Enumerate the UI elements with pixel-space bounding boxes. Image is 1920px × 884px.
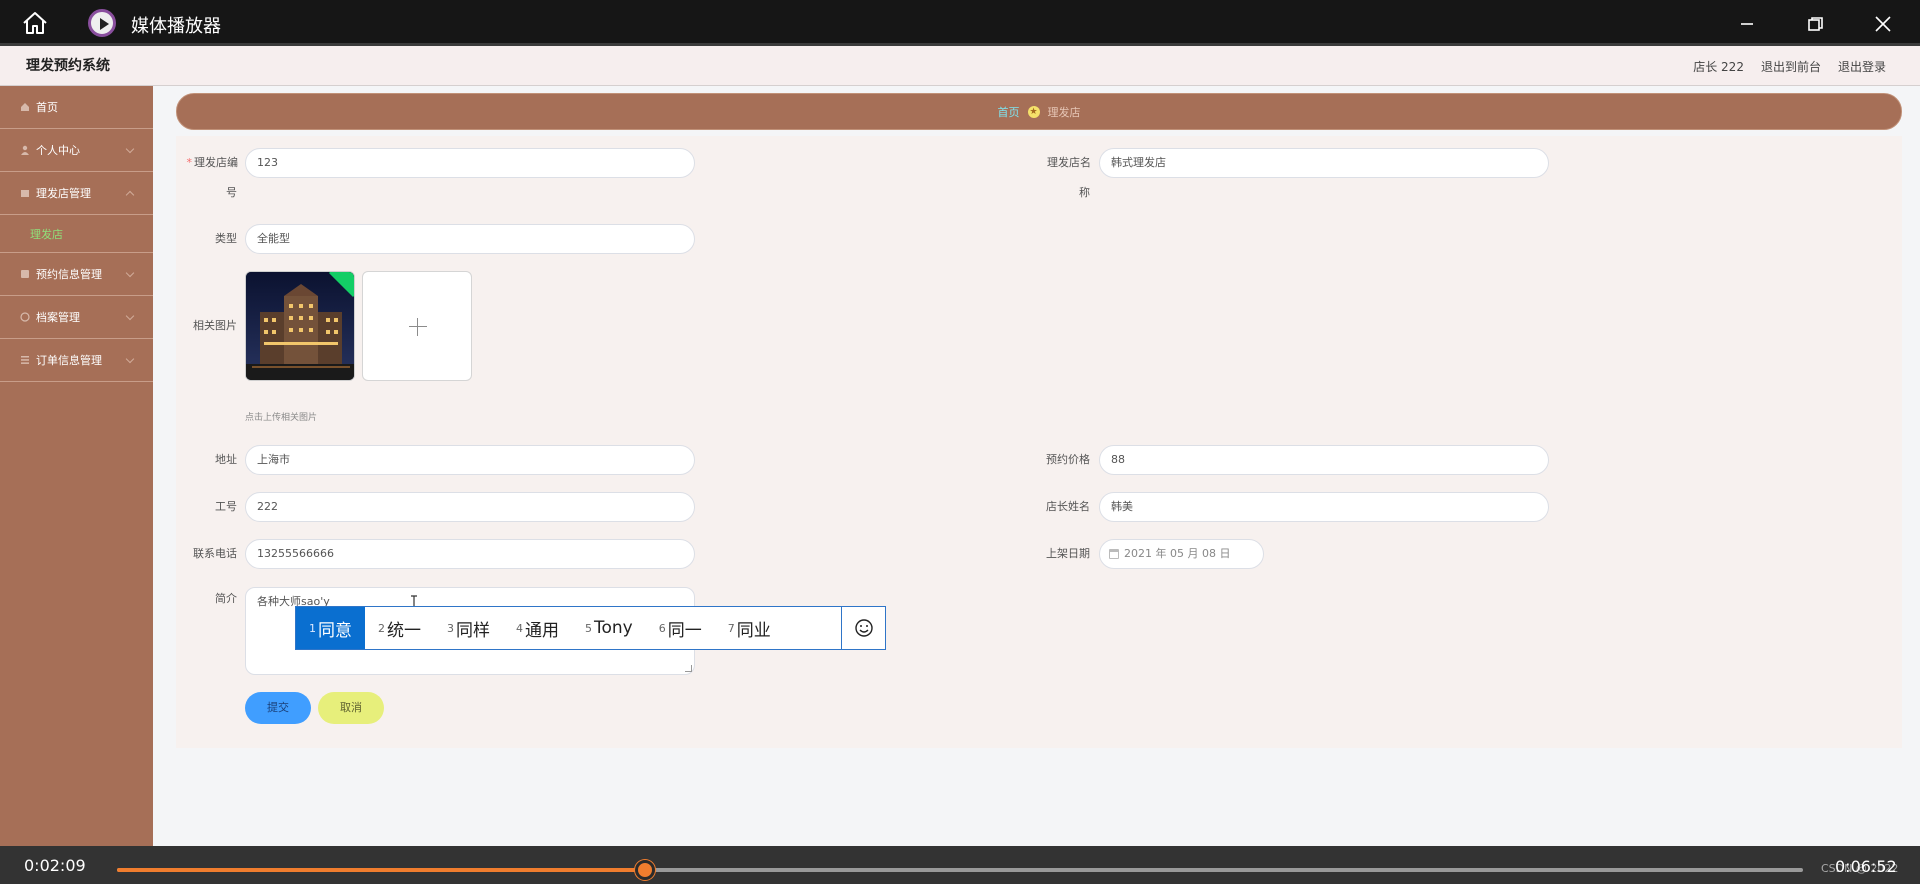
star-icon: ★	[1027, 105, 1040, 118]
shop-no-input[interactable]: 123	[245, 148, 695, 178]
ime-candidate-bar: 1 同意 2 统一 3 同样 4 通用 5 Tony 6 同一 7 同业	[295, 606, 886, 650]
sidebar-item-booking-management[interactable]: 预约信息管理	[0, 253, 153, 296]
home-icon[interactable]	[22, 11, 48, 35]
emoji-button[interactable]	[841, 607, 885, 649]
shop-name-label-wrap: 称	[1079, 186, 1090, 199]
ime-candidate[interactable]: 5 Tony	[572, 607, 646, 649]
phone-label: 联系电话	[193, 547, 237, 560]
sidebar-item-label: 预约信息管理	[36, 268, 102, 281]
list-icon	[21, 356, 29, 364]
upload-hint: 点击上传相关图片	[245, 413, 318, 423]
uploaded-shop-image[interactable]	[245, 271, 355, 381]
date-value: 2021 年 05 月 08 日	[1124, 547, 1231, 560]
submit-button[interactable]: 提交	[245, 692, 311, 724]
home-icon	[21, 103, 29, 111]
manager-label: 店长姓名	[1046, 500, 1090, 513]
listing-date-picker[interactable]: 2021 年 05 月 08 日	[1099, 539, 1264, 569]
phone-input[interactable]: 13255566666	[245, 539, 695, 569]
sidebar-item-label: 档案管理	[36, 311, 80, 324]
to-frontend-link[interactable]: 退出到前台	[1761, 58, 1821, 75]
type-label: 类型	[215, 232, 237, 245]
shop-icon	[21, 190, 29, 197]
player-control-bar: 0:02:09 CSDN @ 2022 0:06:52	[0, 846, 1920, 884]
player-titlebar: 媒体播放器	[0, 0, 1920, 46]
current-time: 0:02:09	[24, 856, 86, 875]
intro-label: 简介	[215, 592, 237, 605]
sidebar-item-label: 个人中心	[36, 144, 80, 157]
ime-candidate[interactable]: 7 同业	[715, 607, 784, 649]
chevron-down-icon	[125, 311, 135, 321]
calendar-icon	[1109, 549, 1119, 559]
emoji-icon	[854, 619, 873, 637]
system-title: 理发预约系统	[26, 58, 110, 74]
shop-no-label: * 理发店编	[186, 156, 239, 169]
sidebar-subitem-shop[interactable]: 理发店	[0, 215, 153, 253]
system-header: 理发预约系统 店长 222 退出到前台 退出登录	[0, 46, 1920, 86]
staff-no-label: 工号	[215, 500, 237, 513]
chevron-up-icon	[125, 190, 135, 200]
sidebar-item-label: 订单信息管理	[36, 354, 102, 367]
resize-handle-icon[interactable]	[685, 665, 692, 672]
close-icon[interactable]	[1871, 12, 1895, 36]
address-input[interactable]: 上海市	[245, 445, 695, 475]
ime-candidate[interactable]: 1 同意	[296, 607, 365, 649]
image-label: 相关图片	[193, 319, 237, 332]
date-label: 上架日期	[1046, 547, 1090, 560]
breadcrumb-current: 理发店	[1047, 105, 1081, 119]
type-input[interactable]: 全能型	[245, 224, 695, 254]
header-user-actions: 店长 222 退出到前台 退出登录	[1693, 58, 1886, 75]
ime-candidate[interactable]: 4 通用	[503, 607, 572, 649]
chevron-down-icon	[125, 354, 135, 364]
logout-link[interactable]: 退出登录	[1838, 58, 1886, 75]
ime-candidate[interactable]: 2 统一	[365, 607, 434, 649]
sidebar-item-home[interactable]: 首页	[0, 86, 153, 129]
sidebar-item-label: 理发店管理	[36, 187, 91, 200]
chevron-down-icon	[125, 144, 135, 154]
required-mark: *	[186, 156, 193, 169]
manager-input[interactable]: 韩美	[1099, 492, 1549, 522]
shop-name-input[interactable]: 韩式理发店	[1099, 148, 1549, 178]
app-title: 媒体播放器	[131, 16, 221, 37]
shop-name-label: 理发店名	[1047, 156, 1091, 169]
building-image	[246, 272, 354, 380]
player-logo-icon	[88, 9, 116, 37]
sidebar-item-personal-center[interactable]: 个人中心	[0, 129, 153, 172]
seek-handle[interactable]	[634, 860, 655, 880]
chevron-down-icon	[125, 268, 135, 278]
minimize-icon[interactable]	[1735, 12, 1759, 36]
seek-bar[interactable]	[117, 860, 1803, 880]
sidebar-item-archive-management[interactable]: 档案管理	[0, 296, 153, 339]
sidebar-item-label: 首页	[36, 101, 58, 114]
sidebar-item-shop-management[interactable]: 理发店管理	[0, 172, 153, 215]
price-label: 预约价格	[1046, 453, 1090, 466]
address-label: 地址	[215, 453, 237, 466]
total-time: 0:06:52	[1835, 857, 1897, 876]
upload-image-button[interactable]	[362, 271, 472, 381]
seek-progress	[117, 868, 645, 872]
breadcrumb: 首页 ★ 理发店	[176, 93, 1902, 130]
shop-no-label-wrap: 号	[226, 186, 237, 199]
breadcrumb-home-link[interactable]: 首页	[998, 104, 1020, 120]
ime-candidate[interactable]: 3 同样	[434, 607, 503, 649]
calendar-icon	[21, 270, 29, 278]
cancel-button[interactable]: 取消	[318, 692, 384, 724]
restore-icon[interactable]	[1803, 12, 1827, 36]
staff-no-input[interactable]: 222	[245, 492, 695, 522]
current-user: 店长 222	[1693, 60, 1744, 74]
ime-candidate[interactable]: 6 同一	[646, 607, 715, 649]
archive-icon	[20, 312, 30, 322]
user-icon	[21, 145, 29, 155]
sidebar-item-order-management[interactable]: 订单信息管理	[0, 339, 153, 382]
sidebar: 首页 个人中心 理发店管理 理发店 预约信息管理 档案管理 订单信息管理	[0, 86, 153, 846]
price-input[interactable]: 88	[1099, 445, 1549, 475]
